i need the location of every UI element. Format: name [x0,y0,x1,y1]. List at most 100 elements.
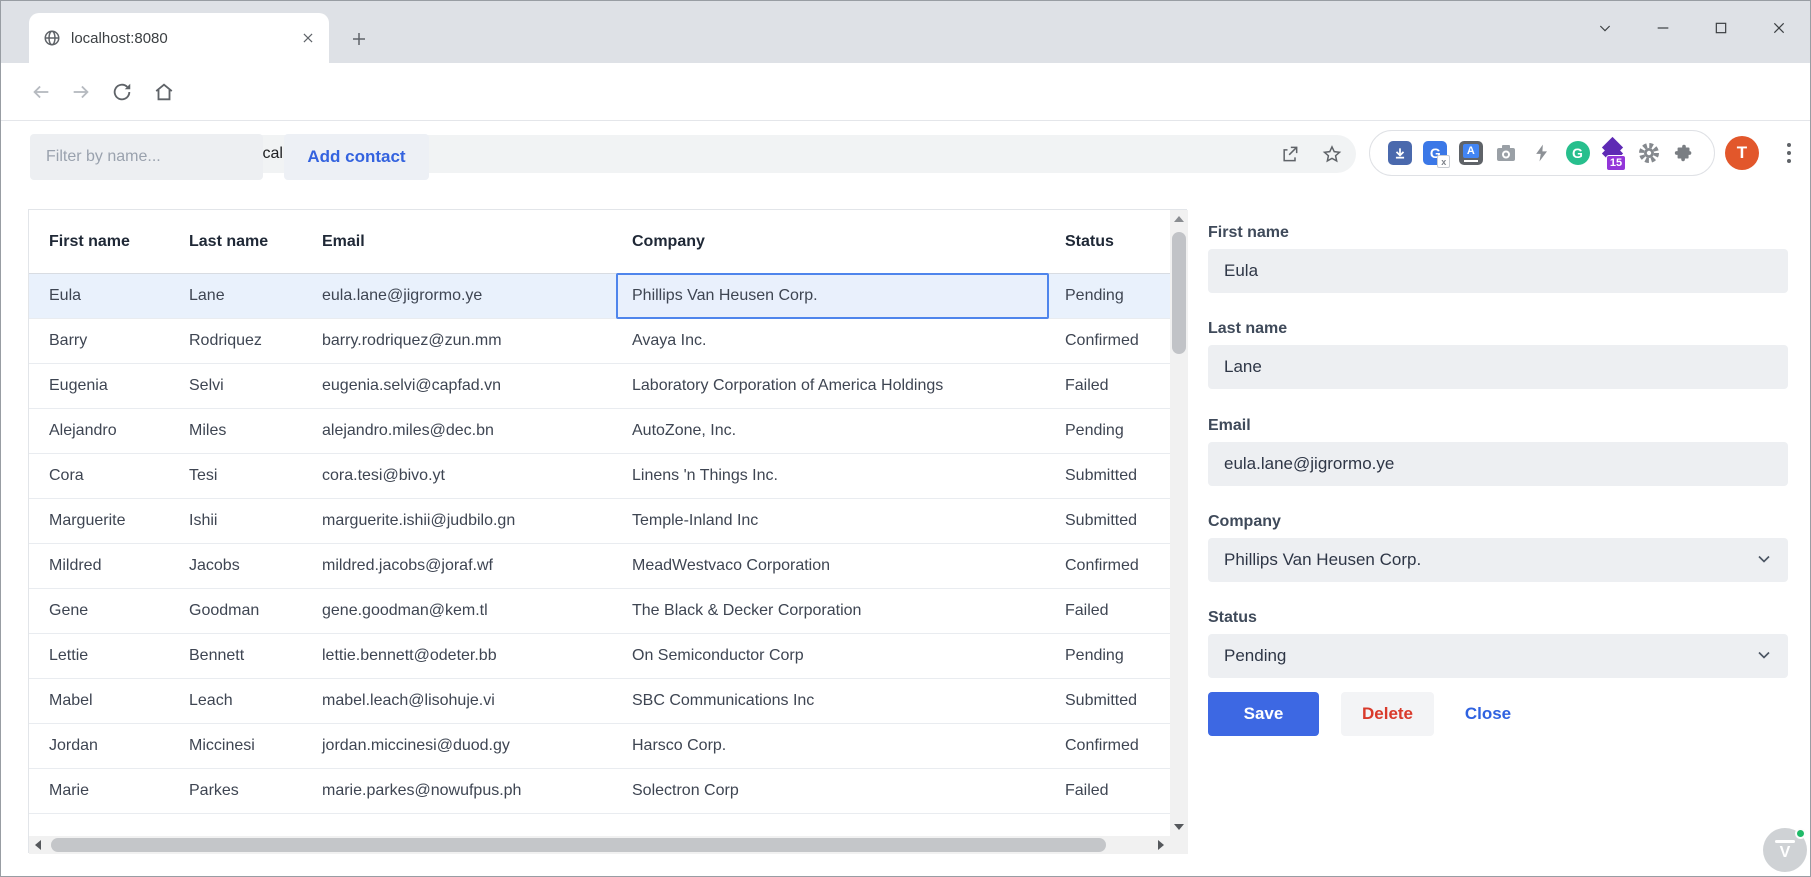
column-header-first-name[interactable]: First name [49,210,130,273]
tab-title: localhost:8080 [71,29,168,47]
status-label: Status [1208,609,1257,626]
forward-icon[interactable] [63,74,99,110]
cell-last-name: Rodriquez [189,332,262,349]
vertical-scrollbar-thumb[interactable] [1172,232,1186,354]
last-name-label: Last name [1208,320,1288,337]
table-row[interactable]: Marie Parkes marie.parkes@nowufpus.ph So… [29,769,1170,814]
column-header-email[interactable]: Email [322,210,365,273]
home-icon[interactable] [146,74,182,110]
cell-last-name: Miccinesi [189,737,255,754]
horizontal-scrollbar[interactable] [29,836,1170,854]
cell-company: On Semiconductor Corp [632,647,804,664]
cell-last-name: Miles [189,422,227,439]
cell-first-name: Barry [49,332,88,349]
chevron-down-icon [1754,645,1774,670]
filter-by-name-input[interactable] [30,134,263,180]
cell-company: Solectron Corp [632,782,739,799]
cell-email: lettie.bennett@odeter.bb [322,647,497,664]
first-name-field[interactable] [1208,249,1788,293]
bookmark-star-icon[interactable] [1322,144,1342,164]
table-row[interactable]: Alejandro Miles alejandro.miles@dec.bn A… [29,409,1170,454]
close-button[interactable]: Close [1453,692,1523,736]
cell-status: Confirmed [1065,737,1139,754]
cell-status: Failed [1065,602,1109,619]
cell-company: The Black & Decker Corporation [632,602,862,619]
scrollbar-corner [1170,836,1188,854]
cell-email: mildred.jacobs@joraf.wf [322,557,493,574]
vaadin-dev-tools-icon[interactable]: V [1763,828,1807,872]
new-tab-button[interactable] [345,25,373,53]
horizontal-scrollbar-thumb[interactable] [51,838,1106,852]
cell-status: Pending [1065,422,1124,439]
window-minimize-icon[interactable] [1642,9,1684,47]
column-header-last-name[interactable]: Last name [189,210,268,273]
translate-extension-icon[interactable]: G x [1422,140,1451,168]
table-row[interactable]: Mildred Jacobs mildred.jacobs@joraf.wf M… [29,544,1170,589]
status-select[interactable]: Pending [1208,634,1788,678]
table-row[interactable]: Marguerite Ishii marguerite.ishii@judbil… [29,499,1170,544]
browser-window: localhost:8080 G x A G 15 T Filter by na… [0,0,1811,877]
profile-avatar[interactable]: T [1725,136,1759,170]
column-header-status[interactable]: Status [1065,210,1114,273]
tab-close-icon[interactable] [301,31,315,45]
window-chevron-icon[interactable] [1584,9,1626,47]
cell-last-name: Tesi [189,467,218,484]
puzzle-extension-icon[interactable] [1671,140,1697,166]
cell-email: alejandro.miles@dec.bn [322,422,494,439]
window-close-icon[interactable] [1758,9,1800,47]
column-header-company[interactable]: Company [632,210,705,273]
grammarly-extension-icon[interactable]: G [1565,140,1591,166]
company-label: Company [1208,513,1281,530]
browser-menu-icon[interactable] [1779,139,1799,167]
cell-last-name: Goodman [189,602,260,619]
cell-email: gene.goodman@kem.tl [322,602,488,619]
table-row[interactable]: Gene Goodman gene.goodman@kem.tl The Bla… [29,589,1170,634]
cell-first-name: Cora [49,467,84,484]
vertical-scrollbar[interactable] [1170,210,1188,836]
scroll-left-icon[interactable] [29,836,47,854]
cell-company: Phillips Van Heusen Corp. [632,287,818,304]
last-name-field[interactable] [1208,345,1788,389]
table-row-selected[interactable]: Eula Lane eula.lane@jigrormo.ye Phillips… [29,273,1170,319]
download-extension-icon[interactable] [1387,140,1413,166]
share-icon[interactable] [1280,144,1300,164]
extension-badge: 15 [1606,155,1627,171]
scroll-up-icon[interactable] [1170,210,1188,228]
table-row[interactable]: Cora Tesi cora.tesi@bivo.yt Linens 'n Th… [29,454,1170,499]
cell-email: marguerite.ishii@judbilo.gn [322,512,516,529]
lightning-extension-icon[interactable] [1529,140,1555,166]
table-row[interactable]: Barry Rodriquez barry.rodriquez@zun.mm A… [29,319,1170,364]
purple-shortcut-extension-icon[interactable]: 15 [1600,136,1627,171]
cell-first-name: Alejandro [49,422,117,439]
email-field[interactable] [1208,442,1788,486]
first-name-label: First name [1208,224,1289,241]
cell-status: Pending [1065,287,1124,304]
globe-favicon-icon [43,29,61,47]
keyboard-a-extension-icon[interactable]: A [1458,140,1484,166]
window-maximize-icon[interactable] [1700,9,1742,47]
cell-company: Laboratory Corporation of America Holdin… [632,377,944,394]
cell-email: eugenia.selvi@capfad.vn [322,377,502,394]
back-icon[interactable] [23,74,59,110]
grid-body: Eula Lane eula.lane@jigrormo.ye Phillips… [29,273,1170,814]
table-row[interactable]: Eugenia Selvi eugenia.selvi@capfad.vn La… [29,364,1170,409]
cell-company: AutoZone, Inc. [632,422,737,439]
cell-company: Harsco Corp. [632,737,727,754]
gear-extension-icon[interactable] [1636,140,1662,166]
table-row[interactable]: Jordan Miccinesi jordan.miccinesi@duod.g… [29,724,1170,769]
add-contact-button[interactable]: Add contact [284,134,429,180]
cell-last-name: Bennett [189,647,245,664]
reload-icon[interactable] [104,74,140,110]
table-row[interactable]: Lettie Bennett lettie.bennett@odeter.bb … [29,634,1170,679]
scroll-down-icon[interactable] [1170,818,1188,836]
email-label: Email [1208,417,1251,434]
cell-last-name: Lane [189,287,225,304]
company-select[interactable]: Phillips Van Heusen Corp. [1208,538,1788,582]
table-row[interactable]: Mabel Leach mabel.leach@lisohuje.vi SBC … [29,679,1170,724]
cell-status: Confirmed [1065,332,1139,349]
camera-extension-icon[interactable] [1493,140,1519,166]
save-button[interactable]: Save [1208,692,1319,736]
delete-button[interactable]: Delete [1341,692,1434,736]
scroll-right-icon[interactable] [1152,836,1170,854]
browser-tab[interactable]: localhost:8080 [29,13,329,63]
